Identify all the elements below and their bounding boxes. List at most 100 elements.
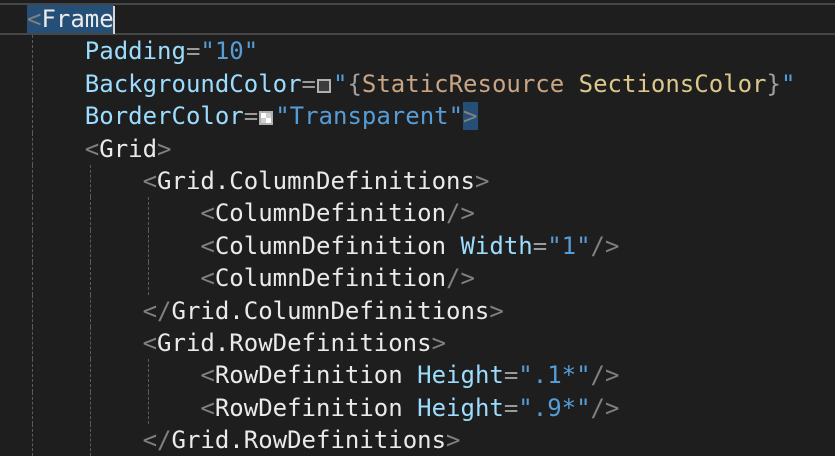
token-bracket: < xyxy=(200,393,215,422)
token-bracket: < xyxy=(142,166,158,195)
token-bracket: < xyxy=(84,134,100,163)
code-line[interactable]: <RowDefinition Height=".1*"/> xyxy=(0,359,835,392)
code-line[interactable]: <Grid> xyxy=(0,132,835,165)
code-line-current[interactable]: <Frame xyxy=(0,3,835,35)
code-line[interactable]: <ColumnDefinition/> xyxy=(0,197,835,230)
indent-guide xyxy=(32,164,33,198)
code-line[interactable]: <RowDefinition Height=".9*"/> xyxy=(0,391,835,425)
token-attr: BackgroundColor xyxy=(84,69,302,98)
code-line[interactable]: BackgroundColor= "{StaticResource Section… xyxy=(0,67,835,101)
token-bracket: > xyxy=(431,328,447,357)
token-eq: = xyxy=(301,69,316,98)
code-line[interactable]: </Grid.RowDefinitions> xyxy=(0,424,835,456)
indent-guide xyxy=(147,391,149,425)
token-bracket: > xyxy=(489,296,504,325)
code-line[interactable]: <Grid.ColumnDefinitions> xyxy=(0,164,835,198)
indent-guide xyxy=(89,391,91,425)
token-attr: BorderColor xyxy=(84,102,244,131)
text-cursor xyxy=(112,6,115,34)
token-sp xyxy=(403,394,417,422)
token-str: "1" xyxy=(547,231,591,260)
code-line[interactable]: Padding="10" xyxy=(0,35,835,68)
token-tag: Frame xyxy=(41,5,114,33)
code-line[interactable]: <ColumnDefinition Width="1"/> xyxy=(0,229,835,263)
indent-guide xyxy=(147,262,149,295)
indent-guide xyxy=(32,424,33,456)
token-sp xyxy=(403,361,417,389)
token-tag: ColumnDefinition xyxy=(214,264,447,293)
token-tag: RowDefinition xyxy=(214,361,403,390)
indent-guide xyxy=(89,197,91,230)
code-line[interactable]: <ColumnDefinition/> xyxy=(0,262,835,295)
token-bracket: < xyxy=(200,231,215,260)
token-brace: } xyxy=(766,69,781,98)
token-attr: Padding xyxy=(84,37,186,66)
token-bracket: /> xyxy=(446,199,475,228)
token-str: "10" xyxy=(200,37,259,66)
token-sp xyxy=(446,232,460,260)
token-attr: Height xyxy=(417,393,504,422)
token-attr: Width xyxy=(460,231,533,260)
token-bracket: < xyxy=(200,264,215,293)
token-tag: Grid.ColumnDefinitions xyxy=(171,296,490,325)
indent-guide xyxy=(89,294,91,327)
token-bracket: < xyxy=(142,328,158,357)
token-bracket: </ xyxy=(142,426,172,455)
token-res: SectionsColor xyxy=(578,69,767,98)
token-str: " xyxy=(333,69,348,98)
token-bracket: < xyxy=(27,5,42,33)
indent-guide xyxy=(32,67,33,101)
token-tag: RowDefinition xyxy=(214,393,403,422)
token-bracket: > xyxy=(157,134,172,163)
indent-guide xyxy=(147,359,149,392)
indent-guide xyxy=(32,262,33,295)
token-bracket: < xyxy=(200,199,215,228)
token-bracket: > xyxy=(474,166,490,195)
token-bracket: /> xyxy=(446,264,475,293)
indent-guide xyxy=(32,132,33,165)
token-tag: Grid.ColumnDefinitions xyxy=(157,166,475,195)
token-eq: = xyxy=(503,361,519,390)
token-str: "Transparent" xyxy=(275,102,464,131)
token-bracket: /> xyxy=(590,393,620,422)
token-sp xyxy=(564,70,578,98)
indent-guide xyxy=(32,326,33,360)
token-tag: Grid.RowDefinitions xyxy=(171,426,447,455)
token-brace: { xyxy=(347,69,362,98)
color-swatch-dark-icon[interactable] xyxy=(317,78,331,93)
code-line[interactable]: </Grid.ColumnDefinitions> xyxy=(0,294,835,327)
color-swatch-transparent-icon[interactable] xyxy=(259,111,274,126)
indent-guide xyxy=(32,197,33,230)
indent-guide xyxy=(32,391,33,425)
token-bracket: < xyxy=(200,361,215,390)
indent-guide xyxy=(32,100,33,133)
indent-guide xyxy=(32,229,33,263)
token-eq: = xyxy=(532,231,548,260)
indent-guide xyxy=(89,359,91,392)
indent-guide xyxy=(89,164,91,198)
token-attr: Height xyxy=(417,361,504,390)
indent-guide xyxy=(89,229,91,263)
code-editor[interactable]: <Frame Padding="10" BackgroundColor= "{St… xyxy=(0,3,835,456)
indent-guide xyxy=(89,262,91,295)
token-tag: Grid xyxy=(99,134,158,163)
token-str: " xyxy=(780,69,796,98)
token-bracket: > xyxy=(463,102,478,131)
code-line[interactable]: <Grid.RowDefinitions> xyxy=(0,326,835,360)
token-bracket: /> xyxy=(590,231,620,260)
token-bracket: </ xyxy=(142,296,172,325)
token-str: ".9*" xyxy=(518,393,591,422)
code-line[interactable]: BorderColor= "Transparent"> xyxy=(0,100,835,133)
